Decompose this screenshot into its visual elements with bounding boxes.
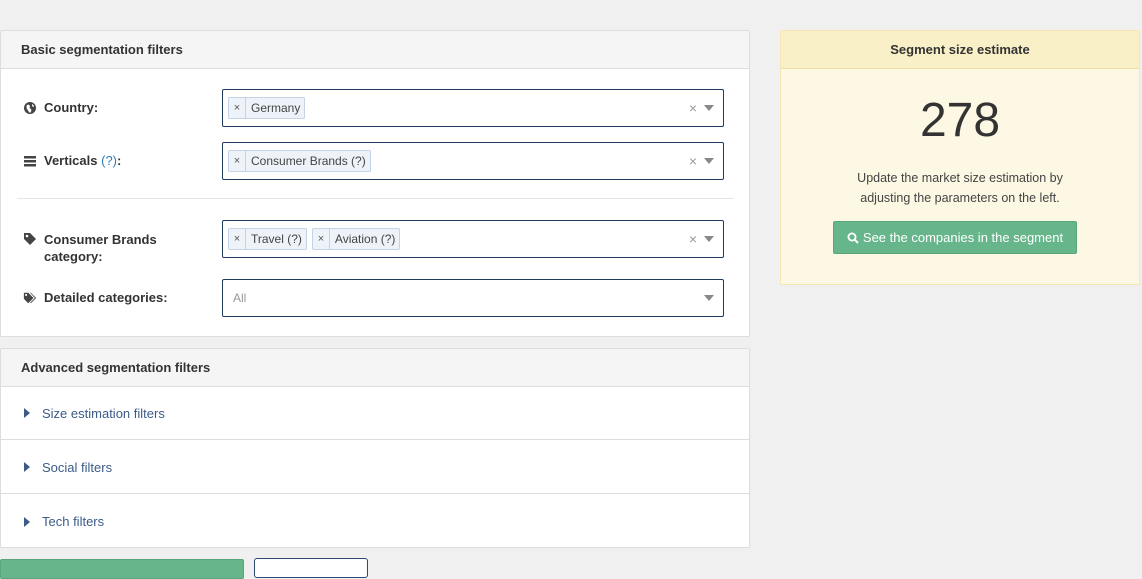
caret-right-icon [24, 408, 30, 418]
advanced-filters-title: Advanced segmentation filters [1, 349, 749, 387]
remove-tag-icon[interactable]: × [313, 229, 330, 249]
accordion-label: Size estimation filters [42, 405, 165, 421]
chevron-down-icon[interactable] [704, 105, 714, 111]
bottom-secondary-button[interactable] [254, 558, 368, 578]
globe-icon [24, 102, 36, 114]
segment-estimate-title: Segment size estimate [781, 31, 1139, 69]
tag-label: Consumer Brands (?) [251, 154, 366, 168]
category-tag-aviation: × Aviation (?) [311, 228, 401, 250]
accordion-label: Tech filters [42, 514, 105, 529]
segment-estimate-panel: Segment size estimate 278 Update the mar… [780, 30, 1140, 285]
remove-tag-icon[interactable]: × [229, 229, 246, 249]
clear-icon[interactable]: × [689, 231, 697, 247]
chevron-down-icon[interactable] [704, 236, 714, 242]
caret-right-icon [24, 516, 30, 527]
accordion-size-estimation[interactable]: Size estimation filters [1, 387, 749, 440]
accordion-social[interactable]: Social filters [1, 441, 749, 494]
tags-icon [23, 292, 37, 304]
remove-tag-icon[interactable]: × [229, 98, 246, 118]
segment-description: Update the market size estimation by adj… [857, 171, 1063, 205]
verticals-select[interactable]: × Consumer Brands (?) × [222, 142, 724, 180]
bottom-primary-button[interactable] [0, 559, 244, 579]
basic-filters-panel: Basic segmentation filters Country: × Ge… [0, 30, 750, 337]
country-select[interactable]: × Germany × [222, 89, 724, 127]
accordion-tech[interactable]: Tech filters [1, 495, 749, 548]
chevron-down-icon[interactable] [704, 295, 714, 301]
chevron-down-icon[interactable] [704, 158, 714, 164]
country-label: Country: [44, 100, 99, 115]
consumer-category-label-line1: Consumer Brands [44, 232, 157, 247]
list-icon [24, 156, 36, 167]
remove-tag-icon[interactable]: × [229, 151, 246, 171]
caret-right-icon [24, 462, 30, 472]
divider [17, 198, 734, 199]
clear-icon[interactable]: × [689, 153, 697, 169]
category-tag-travel: × Travel (?) [228, 228, 307, 250]
see-companies-label: See the companies in the segment [862, 230, 1064, 245]
detailed-categories-select[interactable]: All [222, 279, 724, 317]
tag-label: Travel (?) [251, 232, 302, 246]
detailed-categories-label: Detailed categories: [44, 290, 168, 305]
search-icon [847, 232, 859, 244]
tag-label: Aviation (?) [334, 232, 396, 246]
consumer-category-label-line2: category: [44, 249, 103, 264]
tag-label: Germany [251, 101, 301, 115]
detailed-categories-placeholder: All [233, 291, 247, 305]
accordion-label: Social filters [42, 459, 113, 475]
tag-icon [24, 233, 36, 245]
see-companies-button[interactable]: See the companies in the segment [833, 221, 1077, 254]
verticals-tag-consumer-brands: × Consumer Brands (?) [228, 150, 371, 172]
verticals-label: Verticals [44, 153, 98, 168]
consumer-category-select[interactable]: × Travel (?) × Aviation (?) × [222, 220, 724, 258]
country-tag-germany: × Germany [228, 97, 306, 119]
verticals-help-link[interactable]: (?) [101, 153, 117, 168]
advanced-filters-panel: Advanced segmentation filters Size estim… [0, 348, 750, 548]
clear-icon[interactable]: × [689, 100, 697, 116]
basic-filters-title: Basic segmentation filters [1, 31, 749, 69]
segment-size-value: 278 [919, 94, 1001, 147]
